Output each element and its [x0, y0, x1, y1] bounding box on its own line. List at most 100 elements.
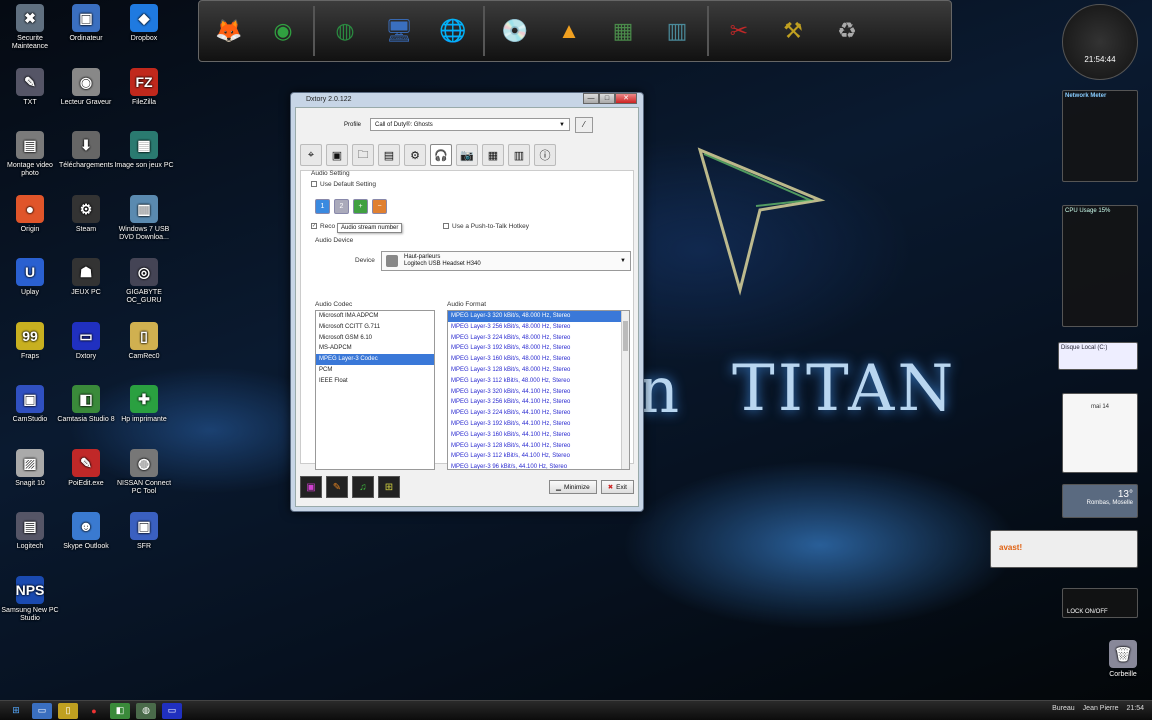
tray-clock[interactable]: 21:54 [1126, 705, 1144, 712]
avast-gadget[interactable]: avast! [990, 530, 1138, 568]
clock-gadget[interactable]: 21:54:44 [1062, 4, 1138, 80]
profile-select[interactable]: Call of Duty®: Ghosts ▼ [370, 118, 570, 131]
firefox-icon[interactable]: 🦊 [205, 6, 253, 56]
network-meter-gadget[interactable]: Network Meter [1062, 90, 1138, 182]
taskbar-explorer-icon[interactable]: ▭ [32, 702, 52, 719]
format-item[interactable]: MPEG Layer-3 112 kBit/s, 48.000 Hz, Ster… [448, 376, 629, 387]
codec-item[interactable]: MS-ADPCM [316, 343, 434, 354]
desktop-shortcut[interactable]: 99 Fraps [0, 321, 60, 361]
settings-tab[interactable]: 📷 [456, 144, 478, 166]
start-button[interactable]: ⊞ [6, 703, 26, 719]
desktop-shortcut[interactable]: ◉ Lecteur Graveur [56, 67, 116, 107]
tools2-icon[interactable]: ⚒ [769, 6, 817, 56]
format-item[interactable]: MPEG Layer-3 192 kBit/s, 48.000 Hz, Ster… [448, 343, 629, 354]
audio-codec-list[interactable]: Microsoft IMA ADPCM Microsoft CCITT G.711… [315, 310, 435, 470]
minimize-window-button[interactable]: — [583, 93, 599, 104]
tools-icon[interactable]: ✂ [715, 6, 763, 56]
minimize-button[interactable]: ▁ Minimize [549, 480, 597, 494]
codec-item[interactable]: Microsoft GSM 6.10 [316, 333, 434, 344]
device-select[interactable]: Haut-parleurs Logitech USB Headset H340 … [381, 251, 631, 271]
desktop-shortcut[interactable]: ▣ Ordinateur [56, 4, 116, 43]
desktop-shortcut[interactable]: ● Origin [0, 194, 60, 234]
desktop-shortcut[interactable]: ◎ GIGABYTE OC_GURU [114, 258, 174, 305]
desktop-shortcut[interactable]: ◍ NISSAN Connect PC Tool [114, 448, 174, 496]
desktop-shortcut[interactable]: ▯ CamRec0 [114, 321, 174, 361]
video-folder-button[interactable]: ▣ [300, 476, 322, 498]
format-item[interactable]: MPEG Layer-3 160 kBit/s, 48.000 Hz, Ster… [448, 354, 629, 365]
close-window-button[interactable]: ✕ [615, 93, 637, 104]
settings-tab[interactable]: ⓘ [534, 144, 556, 166]
desktop-shortcut[interactable]: ✎ TXT [0, 67, 60, 107]
desktop-shortcut[interactable]: ▣ SFR [114, 512, 174, 551]
desktop-label[interactable]: Bureau [1052, 705, 1075, 712]
desktop-shortcut[interactable]: ☗ JEUX PC [56, 258, 116, 297]
taskbar-record-icon[interactable]: ● [84, 703, 104, 719]
taskbar-app-icon[interactable]: ◍ [136, 702, 156, 719]
cpu-usage-gadget[interactable]: CPU Usage 15% [1062, 205, 1138, 327]
format-item[interactable]: MPEG Layer-3 112 kBit/s, 44.100 Hz, Ster… [448, 451, 629, 462]
settings-tab[interactable]: ▣ [326, 144, 348, 166]
record-option[interactable]: ✓ Reco [311, 223, 335, 230]
camtasia-icon[interactable]: ◍ [321, 6, 369, 56]
tools-button[interactable]: ✎ [326, 476, 348, 498]
scrollbar-thumb[interactable] [623, 321, 628, 351]
codec-item[interactable]: PCM [316, 365, 434, 376]
exit-button[interactable]: ✖ Exit [600, 480, 634, 494]
desktop-shortcut[interactable]: ⬇ Téléchargements [56, 131, 116, 170]
settings-tab[interactable]: ⌖ [300, 144, 322, 166]
stream-2-button[interactable]: 2 [334, 199, 349, 214]
settings-tab[interactable]: 🎧 [430, 144, 452, 166]
format-item[interactable]: MPEG Layer-3 160 kBit/s, 44.100 Hz, Ster… [448, 430, 629, 441]
desktop-shortcut[interactable]: ▭ Dxtory [56, 321, 116, 361]
chrome-icon[interactable]: ◉ [259, 6, 307, 56]
disc-icon[interactable]: 💿 [491, 6, 539, 56]
format-item[interactable]: MPEG Layer-3 192 kBit/s, 44.100 Hz, Ster… [448, 419, 629, 430]
format-item[interactable]: MPEG Layer-3 256 kBit/s, 48.000 Hz, Ster… [448, 322, 629, 333]
format-item[interactable]: MPEG Layer-3 256 kBit/s, 44.100 Hz, Ster… [448, 397, 629, 408]
format-item[interactable]: MPEG Layer-3 128 kBit/s, 44.100 Hz, Ster… [448, 441, 629, 452]
resize-button[interactable]: ⊞ [378, 476, 400, 498]
settings-tab[interactable]: ▥ [508, 144, 530, 166]
format-scrollbar[interactable] [621, 311, 629, 469]
weather-gadget[interactable]: 13° Rombas, Moselle [1062, 484, 1138, 518]
remove-stream-button[interactable]: − [372, 199, 387, 214]
vlc-icon[interactable]: ▲ [545, 6, 593, 56]
format-item[interactable]: MPEG Layer-3 128 kBit/s, 48.000 Hz, Ster… [448, 365, 629, 376]
audio-button[interactable]: ♫ [352, 476, 374, 498]
settings-tab[interactable]: ▦ [482, 144, 504, 166]
taskbar-camtasia-icon[interactable]: ◧ [110, 702, 130, 719]
desktop-shortcut[interactable]: ✚ Hp imprimante [114, 385, 174, 424]
desktop-shortcut[interactable]: ▦ Image son jeux PC [114, 131, 174, 170]
codec-item[interactable]: MPEG Layer-3 Codec [316, 354, 434, 365]
format-item[interactable]: MPEG Layer-3 320 kBit/s, 44.100 Hz, Ster… [448, 387, 629, 398]
desktop-shortcut[interactable]: ◧ Camtasia Studio 8 [56, 385, 116, 424]
audio-format-list[interactable]: MPEG Layer-3 320 kBit/s, 48.000 Hz, Ster… [447, 310, 630, 470]
disk-gadget[interactable]: Disque Local (C:) [1058, 342, 1138, 370]
record-checkbox[interactable]: ✓ [311, 223, 317, 230]
stream-1-button[interactable]: 1 [315, 199, 330, 214]
settings-tab[interactable]: ⚙ [404, 144, 426, 166]
desktop-shortcut[interactable]: U Uplay [0, 258, 60, 297]
desktop-shortcut[interactable]: ◆ Dropbox [114, 4, 174, 43]
use-default-checkbox[interactable] [311, 181, 317, 188]
desktop-shortcut[interactable]: ▤ Montage video photo [0, 131, 60, 178]
desktop-shortcut[interactable]: ⚙ Steam [56, 194, 116, 234]
library-icon[interactable]: ▥ [653, 6, 701, 56]
desktop-shortcut[interactable]: ▣ CamStudio [0, 385, 60, 424]
desktop-shortcut[interactable]: NPS Samsung New PC Studio [0, 575, 60, 623]
images-icon[interactable]: ▦ [599, 6, 647, 56]
profile-edit-button[interactable]: ⁄ [575, 117, 593, 133]
network-icon[interactable]: 🌐 [429, 6, 477, 56]
calendar-gadget[interactable]: mai 14 [1062, 393, 1138, 473]
codec-item[interactable]: Microsoft IMA ADPCM [316, 311, 434, 322]
desktop-shortcut[interactable]: ▤ Logitech [0, 512, 60, 551]
taskbar-folder-icon[interactable]: ▯ [58, 702, 78, 719]
recycle-bin-shortcut[interactable]: 🗑 Corbeille [1093, 640, 1152, 679]
desktop-shortcut[interactable]: FZ FileZilla [114, 67, 174, 107]
settings-tab[interactable]: 🗀 [352, 144, 374, 166]
lock-gadget[interactable]: LOCK ON/OFF [1062, 588, 1138, 618]
settings-tab[interactable]: ▤ [378, 144, 400, 166]
push-to-talk-checkbox[interactable] [443, 223, 449, 230]
computer-icon[interactable]: 🖥 [375, 6, 423, 56]
codec-item[interactable]: Microsoft CCITT G.711 [316, 322, 434, 333]
